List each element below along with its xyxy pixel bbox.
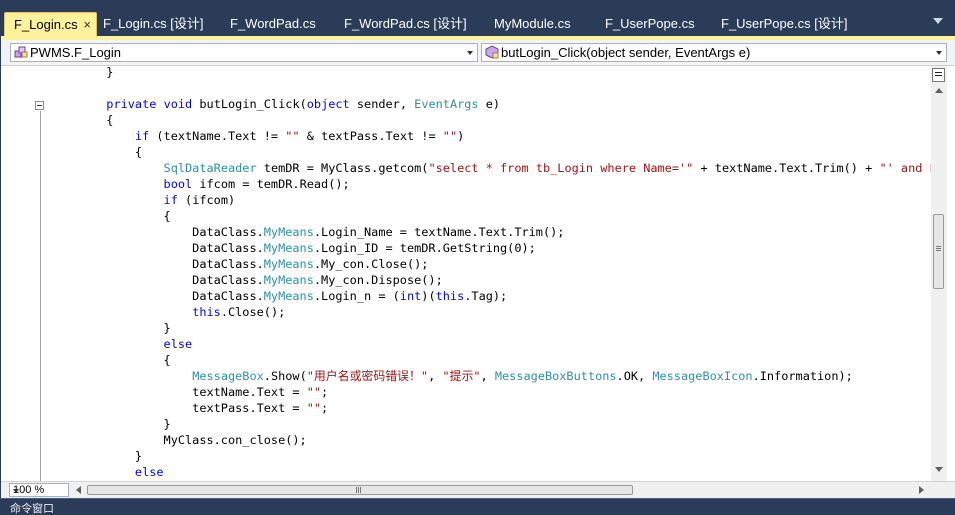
- code-line[interactable]: }: [49, 66, 113, 80]
- scroll-right-arrow-icon[interactable]: [919, 486, 924, 494]
- code-line[interactable]: DataClass.MyMeans.My_con.Dispose();: [49, 272, 443, 288]
- scroll-left-arrow-icon[interactable]: [76, 486, 81, 494]
- code-line[interactable]: DataClass.MyMeans.Login_Name = textName.…: [49, 224, 564, 240]
- code-line[interactable]: SqlDataReader temDR = MyClass.getcom("se…: [49, 160, 931, 176]
- code-line[interactable]: }: [49, 448, 142, 464]
- code-line[interactable]: DataClass.MyMeans.Login_n = (int)(this.T…: [49, 288, 507, 304]
- tab-f-wordpad-cs[interactable]: F_WordPad.cs: [221, 12, 316, 36]
- code-line[interactable]: }: [49, 320, 171, 336]
- indicator-margin: [1, 66, 23, 486]
- vertical-scrollbar[interactable]: [931, 66, 947, 486]
- chevron-down-icon: [467, 51, 473, 55]
- scroll-down-arrow-icon[interactable]: [935, 467, 943, 472]
- code-line[interactable]: MyClass.con_close();: [49, 432, 307, 448]
- tab-f-wordpad-cs-design[interactable]: F_WordPad.cs [设计]: [335, 12, 467, 36]
- code-line[interactable]: if (textName.Text != "" & textPass.Text …: [49, 128, 464, 144]
- code-line[interactable]: if (ifcom): [49, 192, 236, 208]
- tab-label: F_UserPope.cs: [605, 16, 695, 31]
- code-line[interactable]: private void butLogin_Click(object sende…: [49, 96, 500, 112]
- tab-f-login-cs[interactable]: F_Login.cs ×: [4, 12, 97, 36]
- tab-label: MyModule.cs: [494, 16, 571, 31]
- class-combo-value: PWMS.F_Login: [30, 45, 122, 60]
- code-line[interactable]: bool ifcom = temDR.Read();: [49, 176, 350, 192]
- command-window-label: 命令窗口: [10, 503, 54, 515]
- member-combo-value: butLogin_Click(object sender, EventArgs …: [501, 45, 751, 60]
- chevron-down-icon: [13, 489, 19, 493]
- editor-bottom-bar: 100 %: [1, 481, 955, 498]
- code-line[interactable]: textName.Text = "";: [49, 384, 328, 400]
- code-line[interactable]: DataClass.MyMeans.My_con.Close();: [49, 256, 428, 272]
- code-line[interactable]: {: [49, 208, 171, 224]
- code-editor: PWMS.F_Login butLogin_Click(object sende…: [1, 36, 955, 498]
- tab-label: F_Login.cs [设计]: [103, 16, 204, 31]
- tab-mymodule-cs[interactable]: MyModule.cs: [485, 12, 571, 36]
- code-line[interactable]: {: [49, 352, 171, 368]
- zoom-dropdown[interactable]: 100 %: [9, 483, 69, 497]
- vertical-scroll-thumb[interactable]: [933, 214, 944, 289]
- command-window-tab[interactable]: 命令窗口: [0, 498, 955, 515]
- tab-f-userpope-cs-design[interactable]: F_UserPope.cs [设计]: [712, 12, 847, 36]
- tab-label: F_WordPad.cs: [230, 16, 316, 31]
- chevron-down-icon: [936, 51, 942, 55]
- navigation-bar: PWMS.F_Login butLogin_Click(object sende…: [1, 40, 955, 66]
- code-line[interactable]: else: [49, 336, 193, 352]
- close-icon[interactable]: ×: [83, 13, 91, 37]
- tab-f-login-cs-design[interactable]: F_Login.cs [设计]: [94, 12, 203, 36]
- member-combo[interactable]: butLogin_Click(object sender, EventArgs …: [481, 43, 947, 62]
- class-icon: [14, 46, 28, 58]
- code-line[interactable]: {: [49, 144, 142, 160]
- code-line[interactable]: DataClass.MyMeans.Login_ID = temDR.GetSt…: [49, 240, 536, 256]
- code-line[interactable]: {: [49, 112, 113, 128]
- code-text-area[interactable]: } private void butLogin_Click(object sen…: [49, 66, 931, 486]
- tab-label: F_UserPope.cs [设计]: [721, 16, 848, 31]
- method-icon: [485, 45, 499, 59]
- code-line[interactable]: textPass.Text = "";: [49, 400, 328, 416]
- tab-label: F_Login.cs: [14, 17, 78, 32]
- outlining-margin: [31, 66, 45, 486]
- split-window-icon[interactable]: [932, 68, 945, 82]
- outline-guide: [40, 111, 41, 486]
- code-line[interactable]: }: [49, 416, 171, 432]
- document-tab-strip: F_Login.cs × F_Login.cs [设计] F_WordPad.c…: [0, 0, 955, 36]
- class-combo[interactable]: PWMS.F_Login: [10, 43, 478, 62]
- tab-label: F_WordPad.cs [设计]: [344, 16, 467, 31]
- horizontal-scroll-thumb[interactable]: [87, 485, 633, 495]
- code-line[interactable]: else: [49, 464, 164, 480]
- tab-f-userpope-cs[interactable]: F_UserPope.cs: [596, 12, 695, 36]
- code-line[interactable]: MessageBox.Show("用户名或密码错误！", "提示", Messa…: [49, 368, 853, 384]
- tab-list-dropdown-icon[interactable]: [933, 18, 943, 24]
- collapse-icon[interactable]: [35, 101, 44, 110]
- code-line[interactable]: this.Close();: [49, 304, 285, 320]
- scroll-up-arrow-icon[interactable]: [935, 88, 943, 93]
